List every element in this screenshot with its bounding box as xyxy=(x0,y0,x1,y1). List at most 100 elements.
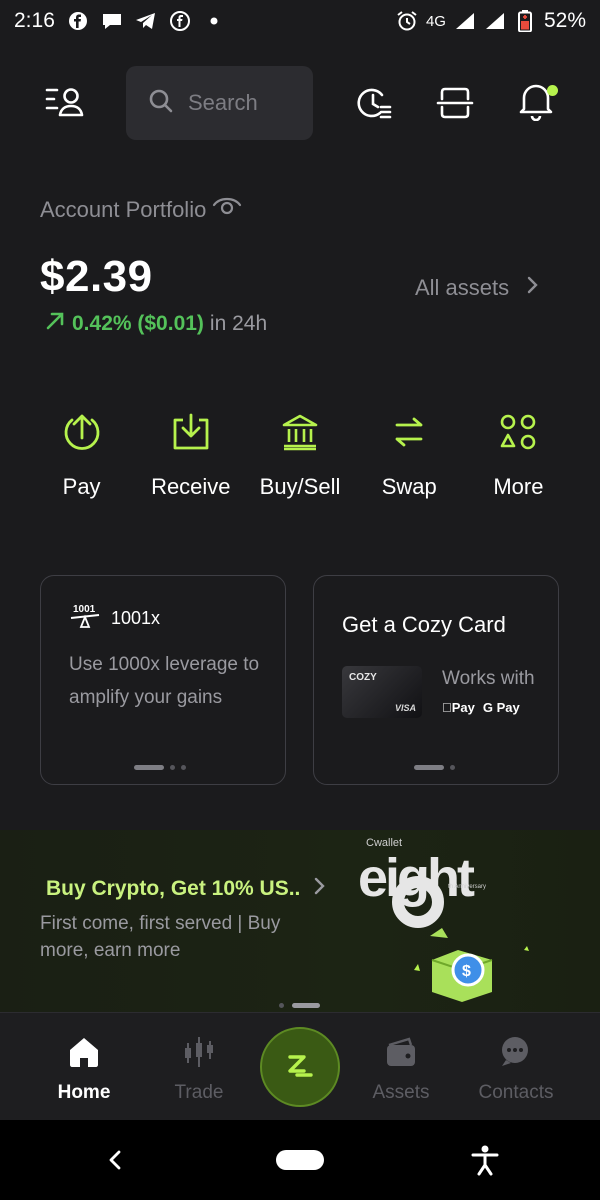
receive-icon xyxy=(171,410,211,454)
eye-icon[interactable] xyxy=(212,197,242,223)
nav-assets[interactable]: Assets xyxy=(351,1035,451,1104)
bottom-navigation: Home Trade Assets Contacts xyxy=(0,1012,600,1120)
profile-menu-icon[interactable] xyxy=(40,79,88,127)
leverage-card-title: 1001 1001x xyxy=(69,602,160,635)
carousel-dot xyxy=(292,1003,320,1008)
portfolio-title: Account Portfolio xyxy=(40,197,207,222)
seesaw-icon: 1001 xyxy=(69,602,101,635)
action-buy-sell[interactable]: Buy/Sell xyxy=(245,410,354,500)
chat-icon xyxy=(101,10,123,32)
action-label: Buy/Sell xyxy=(259,474,341,499)
pay-icon xyxy=(62,410,102,454)
carousel-indicator xyxy=(134,765,186,770)
leverage-description: Use 1000x leverage to amplify your gains xyxy=(69,654,260,708)
notification-dot xyxy=(547,85,558,96)
center-action-button[interactable] xyxy=(260,1027,340,1107)
cozy-card-brand: COZY xyxy=(349,672,377,683)
home-icon xyxy=(67,1035,101,1074)
quick-actions: Pay Receive Buy/Sell Swap More xyxy=(27,410,573,500)
leverage-title: 1001x xyxy=(111,608,161,628)
portfolio-balance: $2.39 xyxy=(40,252,153,301)
nav-label: Contacts xyxy=(478,1082,554,1103)
change-period: in 24h xyxy=(209,312,268,335)
cozy-card-promo[interactable]: Get a Cozy Card COZY VISA Works with Pa… xyxy=(313,575,559,785)
banner-subtitle: First come, first served | Buy more, ear… xyxy=(40,913,281,961)
messenger-icon xyxy=(169,10,191,32)
action-receive[interactable]: Receive xyxy=(136,410,245,500)
cozy-card-title: Get a Cozy Card xyxy=(342,612,506,637)
accessibility-icon[interactable] xyxy=(470,1144,500,1181)
home-pill[interactable] xyxy=(276,1150,324,1170)
battery-level: 52% xyxy=(543,9,586,32)
banner-title: Buy Crypto, Get 10% US.. xyxy=(46,876,326,902)
nav-home[interactable]: Home xyxy=(34,1035,134,1104)
chevron-right-icon xyxy=(314,876,326,902)
z-logo-icon xyxy=(284,1049,316,1086)
art-caption: th Anniversary xyxy=(448,884,486,890)
all-assets-label: All assets xyxy=(415,275,510,300)
search-bar[interactable] xyxy=(126,66,313,140)
carousel-dot xyxy=(450,765,455,770)
promo-banner[interactable]: Buy Crypto, Get 10% US.. First come, fir… xyxy=(0,830,600,1012)
network-type: 4G xyxy=(425,12,446,30)
works-with-label: Works with xyxy=(442,668,535,689)
chat-bubbles-icon xyxy=(498,1035,534,1074)
scan-icon[interactable] xyxy=(431,79,479,127)
google-pay-logo: G Pay xyxy=(473,700,520,715)
action-swap[interactable]: Swap xyxy=(355,410,464,500)
carousel-dot xyxy=(134,765,164,770)
portfolio-change: 0.42% ($0.01) in 24h xyxy=(44,310,267,338)
action-label: Receive xyxy=(151,474,231,499)
payment-methods: Pay G Pay xyxy=(442,700,520,715)
battery-icon xyxy=(514,10,536,32)
anniversary-art: Cwallet eight th Anniversary $ xyxy=(350,830,570,1012)
search-input[interactable] xyxy=(188,90,298,116)
signal-icon xyxy=(484,10,506,32)
swap-icon xyxy=(389,410,429,454)
nav-label: Home xyxy=(57,1082,111,1103)
portfolio-label: Account Portfolio xyxy=(40,197,242,223)
search-icon xyxy=(148,88,174,119)
visa-logo: VISA xyxy=(394,703,416,713)
all-assets-link[interactable]: All assets xyxy=(415,275,539,301)
status-time: 2:16 xyxy=(14,9,55,32)
nav-contacts[interactable]: Contacts xyxy=(466,1035,566,1104)
top-header xyxy=(40,66,560,140)
action-label: More xyxy=(493,474,544,499)
leverage-promo-card[interactable]: 1001 1001x Use 1000x leverage to amplify… xyxy=(40,575,286,785)
nav-label: Assets xyxy=(372,1082,430,1103)
change-percent: 0.42% ($0.01) xyxy=(72,312,204,335)
action-label: Swap xyxy=(381,474,437,499)
system-navigation-bar xyxy=(0,1120,600,1200)
nav-trade[interactable]: Trade xyxy=(149,1035,249,1104)
leverage-badge: 1001 xyxy=(73,604,96,615)
action-pay[interactable]: Pay xyxy=(27,410,136,500)
cozy-card-image: COZY VISA xyxy=(342,666,422,718)
back-icon[interactable] xyxy=(104,1148,126,1177)
more-icon xyxy=(498,410,538,454)
chevron-right-icon xyxy=(527,275,539,301)
dot-icon xyxy=(203,10,225,32)
signal-icon xyxy=(454,10,476,32)
apple-pay-logo: Pay xyxy=(442,700,475,715)
carousel-dot xyxy=(414,765,444,770)
facebook-icon xyxy=(67,10,89,32)
arrow-up-right-icon xyxy=(44,310,66,338)
nav-label: Trade xyxy=(174,1082,224,1103)
notifications-button[interactable] xyxy=(512,79,560,127)
telegram-icon xyxy=(135,10,157,32)
banner-indicator xyxy=(279,1003,320,1008)
action-label: Pay xyxy=(62,474,101,499)
carousel-dot xyxy=(170,765,175,770)
svg-text:$: $ xyxy=(462,963,471,980)
carousel-dot xyxy=(279,1003,284,1008)
history-icon[interactable] xyxy=(350,79,398,127)
alarm-icon xyxy=(396,10,418,32)
action-more[interactable]: More xyxy=(464,410,573,500)
carousel-indicator xyxy=(414,765,455,770)
bank-icon xyxy=(280,410,320,454)
carousel-dot xyxy=(181,765,186,770)
candlestick-icon xyxy=(182,1035,216,1074)
apple-icon:  xyxy=(442,700,452,715)
status-bar: 2:16 4G 52% xyxy=(0,0,600,42)
